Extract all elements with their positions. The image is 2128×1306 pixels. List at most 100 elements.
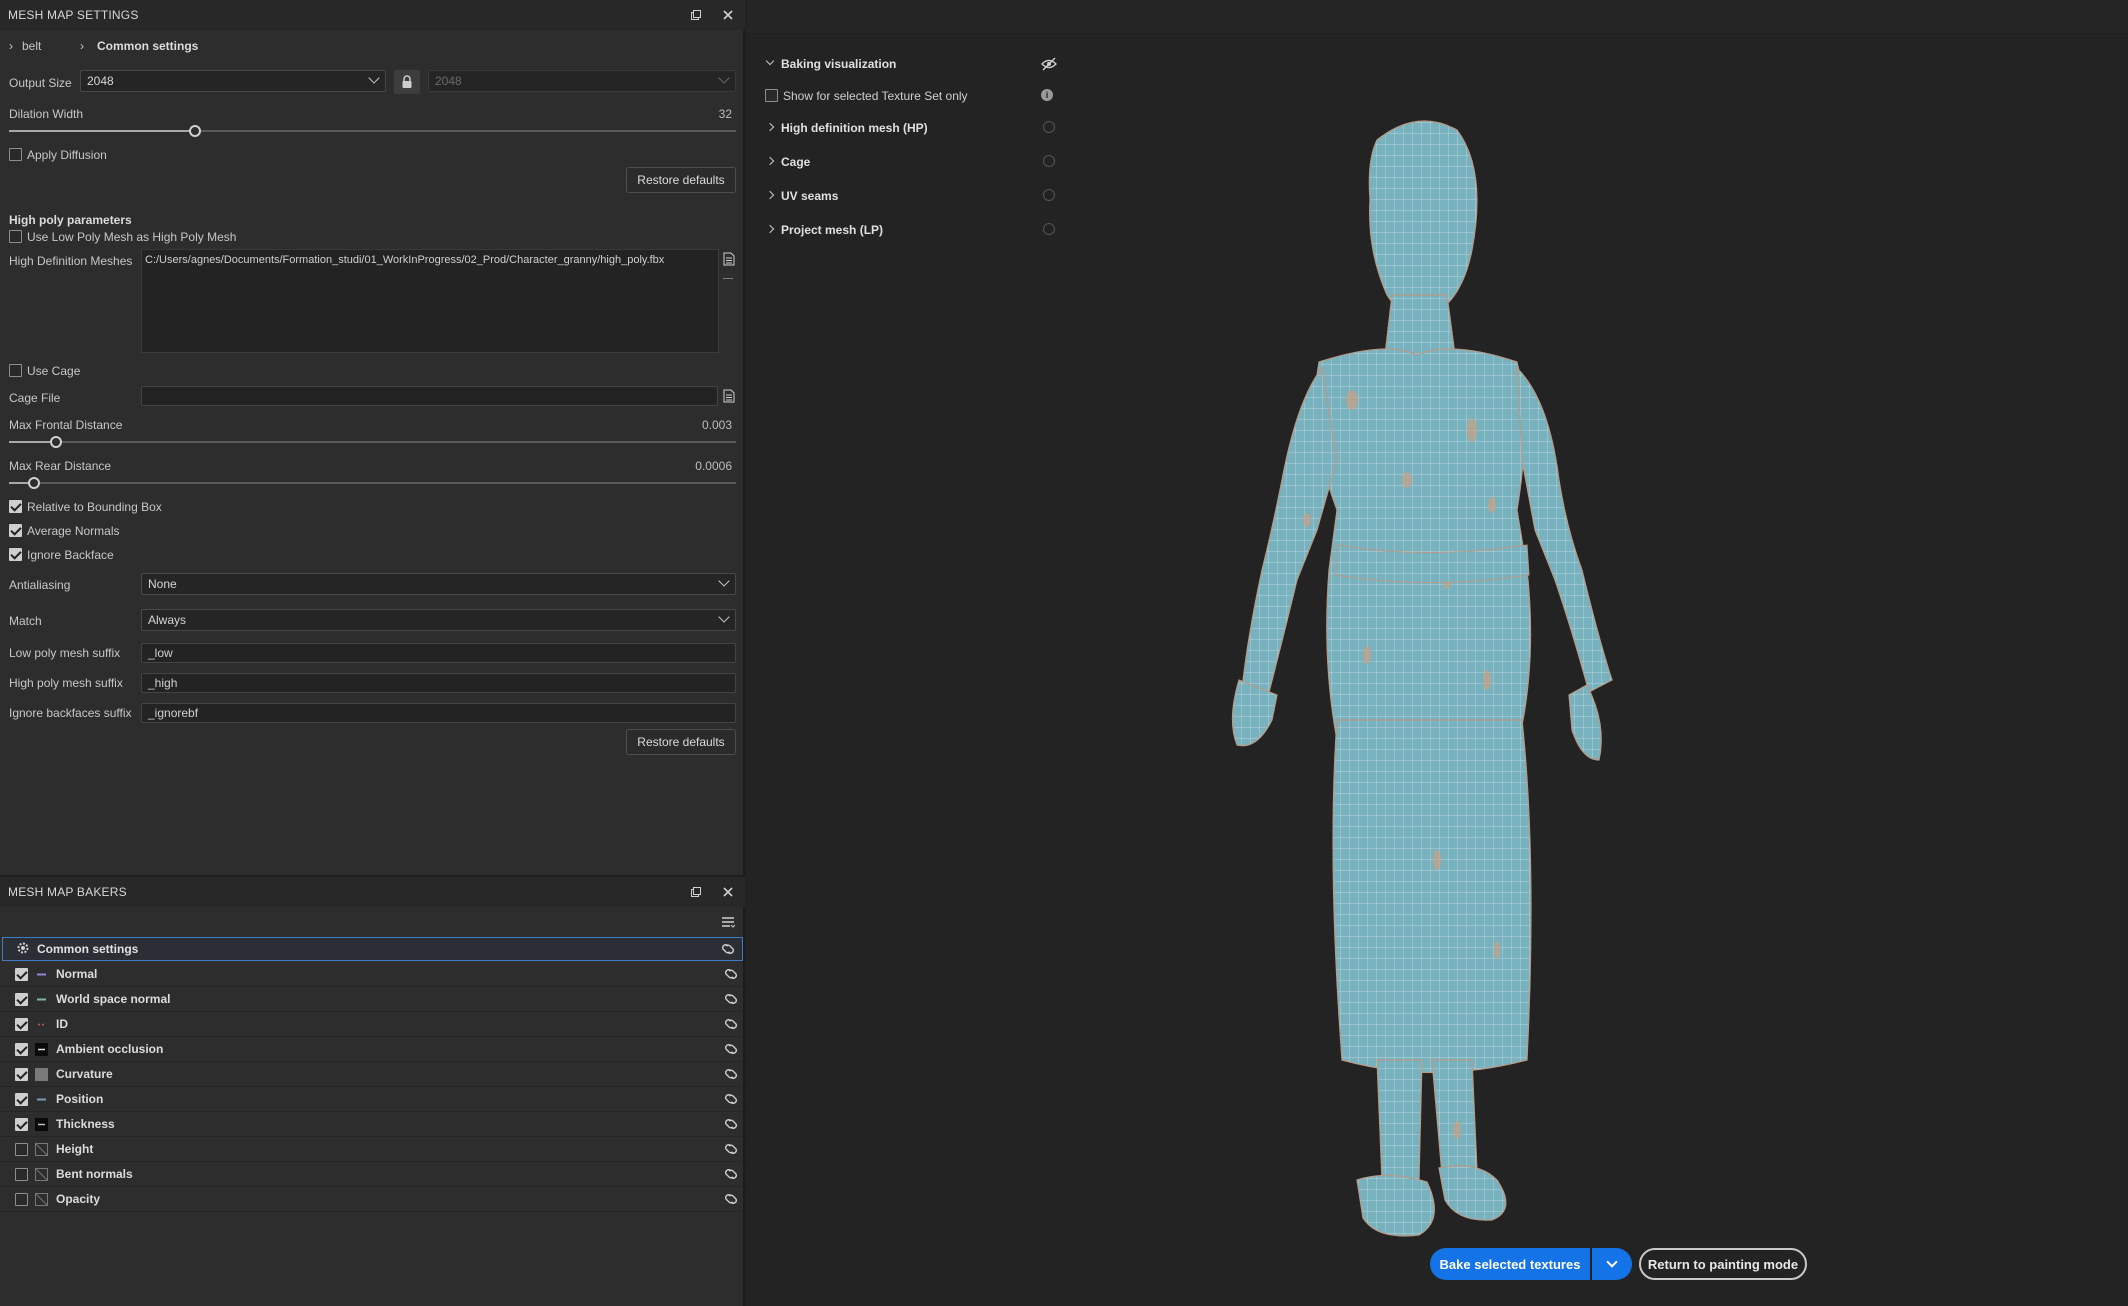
breadcrumb-item[interactable]: Common settings: [97, 39, 198, 53]
project-mesh-section[interactable]: Project mesh (LP): [759, 218, 1059, 242]
baker-row[interactable]: Thickness: [0, 1112, 745, 1137]
position-map-icon: [35, 1093, 48, 1106]
max-rear-slider-knob[interactable]: [28, 477, 40, 489]
lock-icon[interactable]: [394, 70, 420, 94]
id-map-icon: [35, 1018, 48, 1031]
output-size-linked-value: 2048: [435, 74, 462, 88]
link-icon[interactable]: [723, 1192, 739, 1206]
baker-row[interactable]: Bent normals: [0, 1162, 745, 1187]
baker-checkbox[interactable]: [15, 1168, 28, 1181]
baker-checkbox[interactable]: [15, 968, 28, 981]
match-select[interactable]: Always: [141, 609, 736, 631]
bake-options-dropdown[interactable]: [1592, 1248, 1632, 1280]
ignore-backface-checkbox[interactable]: [9, 548, 22, 561]
viewport-3d[interactable]: Baking visualization Show for selected T…: [747, 0, 2128, 1306]
link-icon[interactable]: [723, 1017, 739, 1031]
list-menu-icon[interactable]: [721, 916, 736, 931]
use-low-poly-checkbox[interactable]: [9, 230, 22, 243]
left-panel: MESH MAP SETTINGS › belt › Common settin…: [0, 0, 745, 1306]
baker-checkbox[interactable]: [15, 1018, 28, 1031]
uv-seams-section[interactable]: UV seams: [759, 184, 1059, 208]
baker-label: World space normal: [56, 992, 171, 1006]
cage-file-label: Cage File: [9, 391, 61, 405]
reset-icon[interactable]: [1043, 189, 1055, 201]
baker-row[interactable]: Normal: [0, 962, 745, 987]
return-to-painting-button[interactable]: Return to painting mode: [1639, 1248, 1807, 1280]
link-icon[interactable]: [723, 967, 739, 981]
relative-bbox-checkbox[interactable]: [9, 500, 22, 513]
max-rear-slider[interactable]: [9, 482, 736, 484]
chevron-down-icon: [1606, 1256, 1618, 1268]
cage-file-field[interactable]: [141, 386, 718, 406]
baker-row[interactable]: Height: [0, 1137, 745, 1162]
baker-checkbox[interactable]: [15, 1068, 28, 1081]
baker-row[interactable]: Curvature: [0, 1062, 745, 1087]
link-icon[interactable]: [723, 1042, 739, 1056]
reset-icon[interactable]: [1043, 155, 1055, 167]
baker-row[interactable]: Ambient occlusion: [0, 1037, 745, 1062]
info-icon[interactable]: i: [1041, 89, 1053, 101]
link-icon[interactable]: [723, 1142, 739, 1156]
link-icon[interactable]: [723, 1067, 739, 1081]
breadcrumb: › belt › Common settings: [0, 34, 745, 58]
show-selected-checkbox[interactable]: [765, 89, 778, 102]
undock-icon[interactable]: [689, 885, 703, 899]
file-icon[interactable]: [723, 252, 735, 269]
average-normals-checkbox[interactable]: [9, 524, 22, 537]
mesh-map-settings-header: MESH MAP SETTINGS: [0, 0, 745, 30]
ignore-bf-suffix-input[interactable]: _ignorebf: [141, 703, 736, 723]
hd-meshes-label: High Definition Meshes: [9, 254, 133, 268]
max-frontal-label: Max Frontal Distance: [9, 418, 123, 432]
hd-meshes-list[interactable]: C:/Users/agnes/Documents/Formation_studi…: [141, 249, 719, 353]
link-icon[interactable]: [723, 992, 739, 1006]
link-icon[interactable]: [723, 1117, 739, 1131]
dilation-width-slider-knob[interactable]: [189, 125, 201, 137]
reset-icon[interactable]: [1043, 223, 1055, 235]
reset-icon[interactable]: [1043, 121, 1055, 133]
baker-label: Opacity: [56, 1192, 101, 1206]
restore-defaults-button[interactable]: Restore defaults: [626, 167, 736, 193]
link-icon[interactable]: [723, 1167, 739, 1181]
hd-mesh-path[interactable]: C:/Users/agnes/Documents/Formation_studi…: [145, 254, 664, 266]
baker-row[interactable]: Opacity: [0, 1187, 745, 1212]
baker-row[interactable]: ID: [0, 1012, 745, 1037]
link-icon[interactable]: [723, 1092, 739, 1106]
output-size-select[interactable]: 2048: [80, 70, 386, 92]
bake-selected-button[interactable]: Bake selected textures: [1430, 1248, 1590, 1280]
cage-section[interactable]: Cage: [759, 150, 1059, 174]
baker-checkbox[interactable]: [15, 1143, 28, 1156]
undock-icon[interactable]: [689, 8, 703, 22]
baking-visualization-header[interactable]: Baking visualization: [759, 52, 1059, 76]
common-settings-row[interactable]: Common settings: [2, 937, 743, 961]
character-mesh[interactable]: [1187, 100, 1747, 1250]
close-icon[interactable]: [721, 885, 735, 899]
apply-diffusion-checkbox[interactable]: [9, 148, 22, 161]
low-suffix-label: Low poly mesh suffix: [9, 646, 121, 660]
baker-row[interactable]: Position: [0, 1087, 745, 1112]
high-suffix-value: _high: [148, 676, 178, 690]
baker-checkbox[interactable]: [15, 1093, 28, 1106]
max-frontal-slider-knob[interactable]: [50, 436, 62, 448]
use-cage-checkbox[interactable]: [9, 364, 22, 377]
file-icon[interactable]: [723, 389, 735, 406]
close-icon[interactable]: [721, 8, 735, 22]
antialiasing-select[interactable]: None: [141, 573, 736, 595]
baker-checkbox[interactable]: [15, 1118, 28, 1131]
low-suffix-input[interactable]: _low: [141, 643, 736, 663]
link-icon[interactable]: [720, 942, 736, 956]
max-frontal-slider[interactable]: [9, 441, 736, 443]
section-label: UV seams: [781, 189, 839, 203]
baker-checkbox[interactable]: [15, 1193, 28, 1206]
high-suffix-input[interactable]: _high: [141, 673, 736, 693]
remove-icon[interactable]: [723, 278, 733, 279]
baking-visualization-panel: Baking visualization Show for selected T…: [759, 48, 1059, 258]
baker-checkbox[interactable]: [15, 1043, 28, 1056]
ignore-backface-label: Ignore Backface: [27, 548, 114, 562]
visibility-off-icon[interactable]: [1041, 57, 1057, 71]
hp-mesh-section[interactable]: High definition mesh (HP): [759, 116, 1059, 140]
baker-row[interactable]: World space normal: [0, 987, 745, 1012]
baker-checkbox[interactable]: [15, 993, 28, 1006]
breadcrumb-item[interactable]: belt: [22, 39, 41, 53]
restore-defaults-button[interactable]: Restore defaults: [626, 729, 736, 755]
section-label: High definition mesh (HP): [781, 121, 928, 135]
